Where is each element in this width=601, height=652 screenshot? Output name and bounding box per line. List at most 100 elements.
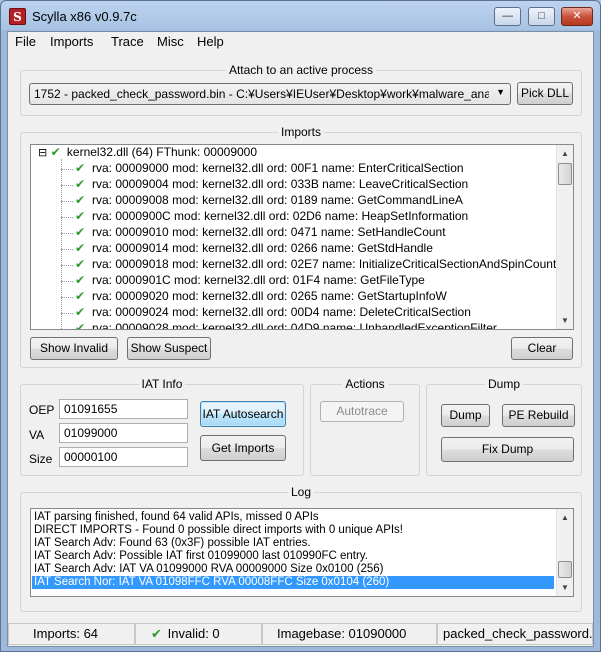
check-icon: ✔ (75, 241, 86, 255)
dump-group: Dump (426, 377, 582, 476)
log-line[interactable]: IAT Search Adv: IAT VA 01099000 RVA 0000… (34, 563, 384, 576)
import-row[interactable]: ✔ rva: 00009010 mod: kernel32.dll ord: 04… (75, 225, 446, 241)
tree-connector (61, 265, 73, 266)
import-row-label: rva: 0000901C mod: kernel32.dll ord: 01F… (92, 273, 425, 287)
menu-imports[interactable]: Imports (50, 34, 93, 49)
log-title: Log (287, 485, 315, 499)
menu-help[interactable]: Help (197, 34, 224, 49)
import-row-label: rva: 0000900C mod: kernel32.dll ord: 02D… (92, 209, 469, 223)
import-row-label: rva: 00009010 mod: kernel32.dll ord: 047… (92, 225, 446, 239)
tree-connector (61, 233, 73, 234)
tree-connector (61, 329, 73, 330)
tree-connector (61, 217, 73, 218)
scroll-down-icon[interactable]: ▼ (557, 579, 573, 596)
size-label: Size (29, 452, 53, 466)
tree-connector (61, 249, 73, 250)
import-row[interactable]: ✔ rva: 00009014 mod: kernel32.dll ord: 02… (75, 241, 433, 257)
tree-module-row[interactable]: ⊟ ✔ kernel32.dll (64) FThunk: 00009000 (38, 145, 257, 161)
process-select-value: 1752 - packed_check_password.bin - C:¥Us… (34, 87, 489, 101)
minimize-button[interactable]: — (494, 7, 521, 26)
import-row-label: rva: 00009004 mod: kernel32.dll ord: 033… (92, 177, 469, 191)
oep-field[interactable]: 01091655 (59, 399, 188, 419)
scroll-down-icon[interactable]: ▼ (557, 312, 573, 329)
scroll-thumb[interactable] (558, 561, 572, 578)
show-suspect-button[interactable]: Show Suspect (127, 337, 211, 360)
pe-rebuild-button[interactable]: PE Rebuild (502, 404, 575, 427)
log-line[interactable]: IAT Search Adv: Possible IAT first 01099… (34, 550, 368, 563)
import-row[interactable]: ✔ rva: 00009020 mod: kernel32.dll ord: 02… (75, 289, 447, 305)
check-icon: ✔ (75, 273, 86, 287)
import-row[interactable]: ✔ rva: 00009018 mod: kernel32.dll ord: 02… (75, 257, 556, 273)
import-row-label: rva: 00009008 mod: kernel32.dll ord: 018… (92, 193, 463, 207)
va-field[interactable]: 01099000 (59, 423, 188, 443)
tree-connector (61, 159, 62, 329)
scroll-up-icon[interactable]: ▲ (557, 509, 573, 526)
check-icon: ✔ (75, 161, 86, 175)
scylla-app-icon: S (9, 8, 26, 25)
tree-connector (61, 201, 73, 202)
menu-file[interactable]: File (15, 34, 36, 49)
imports-scrollbar[interactable]: ▲ ▼ (556, 145, 573, 329)
log-line[interactable]: IAT Search Adv: Found 63 (0x3F) possible… (34, 537, 311, 550)
import-row-label: rva: 00009000 mod: kernel32.dll ord: 00F… (92, 161, 464, 175)
import-row[interactable]: ✔ rva: 00009008 mod: kernel32.dll ord: 01… (75, 193, 463, 209)
menu-misc[interactable]: Misc (157, 34, 184, 49)
imports-group-title: Imports (277, 125, 324, 139)
dump-button[interactable]: Dump (441, 404, 490, 427)
import-row-label: rva: 00009024 mod: kernel32.dll ord: 00D… (92, 305, 471, 319)
import-row[interactable]: ✔ rva: 0000900C mod: kernel32.dll ord: 02… (75, 209, 468, 225)
import-row[interactable]: ✔ rva: 00009028 mod: kernel32.dll ord: 04… (75, 321, 497, 330)
maximize-button[interactable]: □ (528, 7, 555, 26)
chevron-down-icon: ▼ (496, 87, 505, 97)
iat-autosearch-button[interactable]: IAT Autosearch (200, 401, 286, 427)
show-invalid-button[interactable]: Show Invalid (30, 337, 118, 360)
scroll-up-icon[interactable]: ▲ (557, 145, 573, 162)
title-bar[interactable]: S Scylla x86 v0.9.7c — □ ✕ (1, 1, 600, 31)
get-imports-button[interactable]: Get Imports (200, 435, 286, 461)
va-label: VA (29, 428, 45, 442)
check-icon: ✔ (75, 193, 86, 207)
import-row-label: rva: 00009018 mod: kernel32.dll ord: 02E… (92, 257, 557, 271)
import-row-label: rva: 00009028 mod: kernel32.dll ord: 04D… (92, 321, 497, 330)
oep-label: OEP (29, 403, 55, 417)
iat-info-title: IAT Info (138, 377, 186, 391)
log-line[interactable]: DIRECT IMPORTS - Found 0 possible direct… (34, 524, 403, 537)
status-imagebase: Imagebase: 01090000 (262, 623, 437, 645)
window-title: Scylla x86 v0.9.7c (32, 9, 137, 24)
import-row[interactable]: ✔ rva: 00009000 mod: kernel32.dll ord: 00… (75, 161, 464, 177)
check-icon: ✔ (75, 321, 86, 330)
module-row-label: kernel32.dll (64) FThunk: 00009000 (66, 145, 258, 159)
status-invalid: Invalid: 0 (167, 626, 220, 641)
tree-connector (61, 281, 73, 282)
log-line[interactable]: IAT Search Nor: IAT VA 01098FFC RVA 0000… (32, 576, 554, 589)
dump-title: Dump (484, 377, 523, 391)
process-select[interactable]: 1752 - packed_check_password.bin - C:¥Us… (29, 83, 511, 105)
menu-trace[interactable]: Trace (111, 34, 144, 49)
close-button[interactable]: ✕ (561, 7, 593, 26)
import-row-label: rva: 00009014 mod: kernel32.dll ord: 026… (92, 241, 433, 255)
import-row[interactable]: ✔ rva: 00009004 mod: kernel32.dll ord: 03… (75, 177, 468, 193)
log-line[interactable]: IAT parsing finished, found 64 valid API… (34, 511, 319, 524)
check-icon: ✔ (75, 289, 86, 303)
check-icon: ✔ (50, 145, 61, 159)
actions-title: Actions (342, 377, 388, 391)
collapse-icon[interactable]: ⊟ (38, 147, 47, 159)
pick-dll-button[interactable]: Pick DLL (517, 82, 573, 105)
clear-button[interactable]: Clear (511, 337, 573, 360)
size-field[interactable]: 00000100 (59, 447, 188, 467)
fix-dump-button[interactable]: Fix Dump (441, 437, 574, 462)
log-scrollbar[interactable]: ▲ ▼ (556, 509, 573, 596)
import-row[interactable]: ✔ rva: 0000901C mod: kernel32.dll ord: 01… (75, 273, 425, 289)
actions-group: Actions (310, 377, 420, 476)
scroll-thumb[interactable] (558, 163, 572, 185)
import-row[interactable]: ✔ rva: 00009024 mod: kernel32.dll ord: 00… (75, 305, 471, 321)
check-icon: ✔ (75, 257, 86, 271)
status-imports: Imports: 64 (8, 623, 135, 645)
import-row-label: rva: 00009020 mod: kernel32.dll ord: 026… (92, 289, 447, 303)
check-icon: ✔ (75, 209, 86, 223)
log-list[interactable]: IAT parsing finished, found 64 valid API… (30, 508, 574, 597)
check-icon: ✔ (75, 305, 86, 319)
autotrace-button[interactable]: Autotrace (320, 401, 404, 422)
check-icon: ✔ (151, 626, 162, 641)
imports-tree[interactable]: ⊟ ✔ kernel32.dll (64) FThunk: 00009000 ✔… (30, 144, 574, 330)
